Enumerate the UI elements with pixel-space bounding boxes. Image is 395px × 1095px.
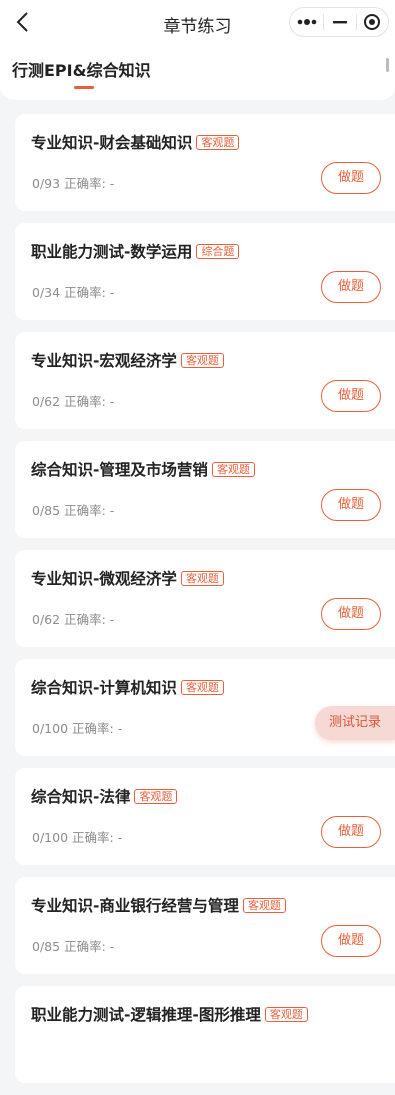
chapter-stats: 0/62 正确率: - xyxy=(32,609,114,628)
question-type-badge: 客观题 xyxy=(180,353,224,368)
chapter-title: 综合知识-管理及市场营销 xyxy=(31,461,208,479)
chapter-title: 综合知识-法律 xyxy=(31,788,131,806)
accuracy-value: - xyxy=(109,612,115,627)
minimize-icon xyxy=(333,21,347,24)
accuracy-label: 正确率: xyxy=(64,285,106,300)
accuracy-label: 正确率: xyxy=(64,612,106,627)
chapter-stats: 0/34 正确率: - xyxy=(32,282,114,301)
minimize-button[interactable] xyxy=(324,8,357,36)
progress-count: 0/100 xyxy=(32,721,69,736)
accuracy-label: 正确率: xyxy=(72,830,114,845)
practice-button[interactable]: 做题 xyxy=(321,271,381,303)
chapter-title: 职业能力测试-逻辑推理-图形推理 xyxy=(31,1006,261,1024)
top-navigation-bar: 章节练习 xyxy=(0,0,395,44)
list-item[interactable]: 专业知识-微观经济学 客观题 0/62 正确率: - 做题 xyxy=(15,550,395,647)
practice-button[interactable]: 做题 xyxy=(321,816,381,848)
chapter-list: 专业知识-财会基础知识 客观题 0/93 正确率: - 做题 职业能力测试-数学运… xyxy=(15,114,395,1095)
practice-button[interactable]: 做题 xyxy=(321,162,381,194)
chapter-stats: 0/85 正确率: - xyxy=(32,936,114,955)
chapter-title: 专业知识-宏观经济学 xyxy=(31,352,177,370)
mini-program-capsule xyxy=(289,7,389,37)
progress-count: 0/100 xyxy=(32,830,69,845)
chapter-title: 职业能力测试-数学运用 xyxy=(31,243,193,261)
chapter-stats: 0/85 正确率: - xyxy=(32,500,114,519)
progress-count: 0/93 xyxy=(32,176,61,191)
question-type-badge: 客观题 xyxy=(180,680,224,695)
practice-button[interactable]: 做题 xyxy=(321,925,381,957)
active-tab-indicator xyxy=(74,86,94,89)
practice-button[interactable]: 做题 xyxy=(321,598,381,630)
chapter-title: 专业知识-财会基础知识 xyxy=(31,134,193,152)
more-dots-icon xyxy=(297,19,317,25)
chapter-stats: 0/100 正确率: - xyxy=(32,827,122,846)
accuracy-label: 正确率: xyxy=(72,721,114,736)
category-tab-bar: 行测EPI&综合知识 xyxy=(0,44,395,100)
list-item[interactable]: 综合知识-计算机知识 客观题 0/100 正确率: - 测试记录 xyxy=(15,659,395,756)
accuracy-value: - xyxy=(117,830,123,845)
accuracy-label: 正确率: xyxy=(64,176,106,191)
close-miniprogram-button[interactable] xyxy=(356,8,389,36)
tab-epi-comprehensive[interactable]: 行测EPI&综合知识 xyxy=(12,57,151,81)
chapter-title: 专业知识-微观经济学 xyxy=(31,570,177,588)
progress-count: 0/85 xyxy=(32,503,61,518)
accuracy-label: 正确率: xyxy=(64,503,106,518)
question-type-badge: 客观题 xyxy=(180,571,224,586)
list-item[interactable]: 专业知识-财会基础知识 客观题 0/93 正确率: - 做题 xyxy=(15,114,395,211)
list-item[interactable]: 职业能力测试-逻辑推理-图形推理 客观题 xyxy=(15,986,395,1083)
question-type-badge: 客观题 xyxy=(196,135,240,150)
chapter-stats: 0/62 正确率: - xyxy=(32,391,114,410)
list-item[interactable]: 综合知识-管理及市场营销 客观题 0/85 正确率: - 做题 xyxy=(15,441,395,538)
more-options-button[interactable] xyxy=(290,8,323,36)
accuracy-label: 正确率: xyxy=(64,394,106,409)
question-type-badge: 综合题 xyxy=(196,244,240,259)
progress-count: 0/62 xyxy=(32,612,61,627)
progress-count: 0/62 xyxy=(32,394,61,409)
chapter-title: 综合知识-计算机知识 xyxy=(31,679,177,697)
list-item[interactable]: 综合知识-法律 客观题 0/100 正确率: - 做题 xyxy=(15,768,395,865)
accuracy-label: 正确率: xyxy=(64,939,106,954)
accuracy-value: - xyxy=(109,394,115,409)
progress-count: 0/85 xyxy=(32,939,61,954)
question-type-badge: 客观题 xyxy=(242,898,286,913)
question-type-badge: 客观题 xyxy=(264,1007,308,1022)
list-item[interactable]: 专业知识-宏观经济学 客观题 0/62 正确率: - 做题 xyxy=(15,332,395,429)
question-type-badge: 客观题 xyxy=(211,462,255,477)
close-circle-icon xyxy=(364,14,380,30)
test-record-button[interactable]: 测试记录 xyxy=(315,706,395,740)
chapter-title: 专业知识-商业银行经营与管理 xyxy=(31,897,239,915)
accuracy-value: - xyxy=(109,503,115,518)
accuracy-value: - xyxy=(109,939,115,954)
practice-button[interactable]: 做题 xyxy=(321,489,381,521)
accuracy-value: - xyxy=(109,176,115,191)
list-item[interactable]: 职业能力测试-数学运用 综合题 0/34 正确率: - 做题 xyxy=(15,223,395,320)
accuracy-value: - xyxy=(117,721,123,736)
tab-scroll-indicator xyxy=(386,58,389,72)
chapter-stats: 0/93 正确率: - xyxy=(32,173,114,192)
progress-count: 0/34 xyxy=(32,285,61,300)
list-item[interactable]: 专业知识-商业银行经营与管理 客观题 0/85 正确率: - 做题 xyxy=(15,877,395,974)
accuracy-value: - xyxy=(109,285,115,300)
practice-button[interactable]: 做题 xyxy=(321,380,381,412)
chapter-stats: 0/100 正确率: - xyxy=(32,718,122,737)
question-type-badge: 客观题 xyxy=(134,789,178,804)
